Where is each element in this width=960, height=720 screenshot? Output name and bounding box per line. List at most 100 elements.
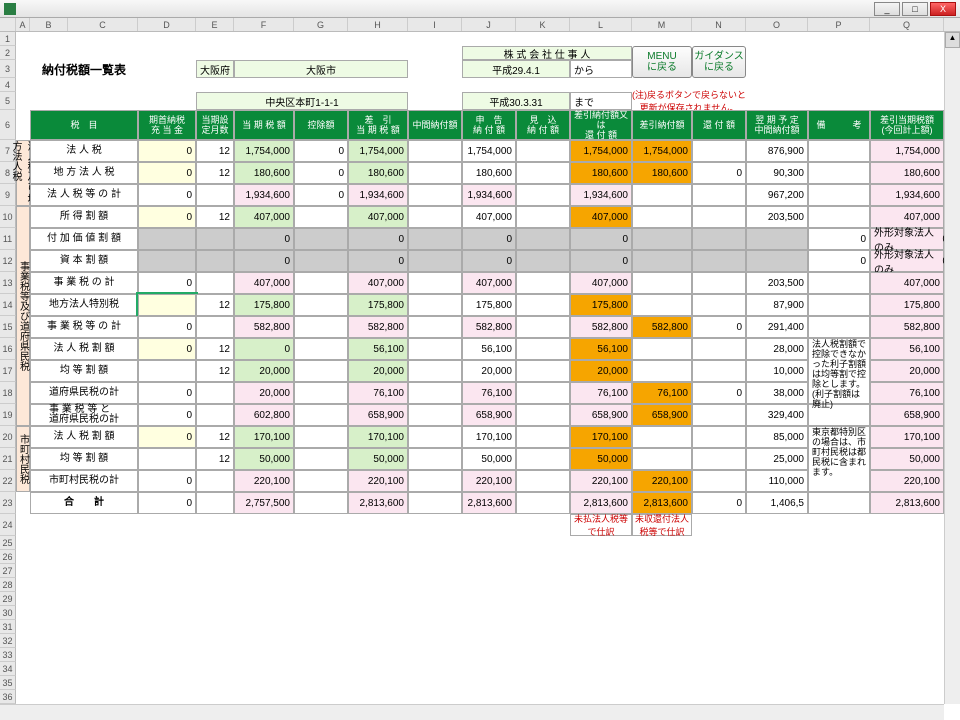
row-header[interactable]: 1 <box>0 32 16 46</box>
row-header[interactable]: 36 <box>0 690 16 704</box>
data-cell[interactable] <box>516 404 570 426</box>
data-cell[interactable]: 582,800 <box>870 316 944 338</box>
data-cell[interactable] <box>408 206 462 228</box>
row-header[interactable]: 34 <box>0 662 16 676</box>
data-cell[interactable] <box>632 250 692 272</box>
row-header[interactable]: 19 <box>0 404 16 426</box>
data-cell[interactable]: 1,754,000 <box>632 140 692 162</box>
data-cell[interactable]: 1,934,600 <box>348 184 408 206</box>
data-cell[interactable]: 0 <box>138 272 196 294</box>
data-cell[interactable]: 582,800 <box>348 316 408 338</box>
row-header[interactable]: 22 <box>0 470 16 492</box>
data-cell[interactable]: 50,000 <box>348 448 408 470</box>
data-cell[interactable] <box>408 338 462 360</box>
data-cell[interactable] <box>516 250 570 272</box>
data-cell[interactable]: 2,813,600 <box>632 492 692 514</box>
data-cell[interactable] <box>692 404 746 426</box>
data-cell[interactable]: 56,100 <box>870 338 944 360</box>
data-cell[interactable]: 110,000 <box>746 470 808 492</box>
data-cell[interactable] <box>196 382 234 404</box>
data-cell[interactable] <box>138 360 196 382</box>
minimize-button[interactable]: _ <box>874 2 900 16</box>
data-cell[interactable]: 175,800 <box>462 294 516 316</box>
data-cell[interactable] <box>408 140 462 162</box>
data-cell[interactable]: 20,000 <box>870 360 944 382</box>
data-cell[interactable] <box>632 338 692 360</box>
data-cell[interactable] <box>516 140 570 162</box>
data-cell[interactable]: 0 <box>808 228 870 250</box>
data-cell[interactable]: 582,800 <box>632 316 692 338</box>
data-cell[interactable]: 0 <box>138 162 196 184</box>
data-cell[interactable]: 2,813,600 <box>870 492 944 514</box>
data-cell[interactable]: 170,100 <box>570 426 632 448</box>
data-cell[interactable]: 658,900 <box>462 404 516 426</box>
data-cell[interactable] <box>294 338 348 360</box>
data-cell[interactable] <box>408 184 462 206</box>
data-cell[interactable] <box>632 294 692 316</box>
data-cell[interactable]: 38,000 <box>746 382 808 404</box>
row-header[interactable]: 5 <box>0 92 16 110</box>
row-header[interactable]: 30 <box>0 606 16 620</box>
data-cell[interactable]: 28,000 <box>746 338 808 360</box>
data-cell[interactable] <box>516 206 570 228</box>
data-cell[interactable]: 170,100 <box>348 426 408 448</box>
row-header[interactable]: 15 <box>0 316 16 338</box>
data-cell[interactable]: 20,000 <box>234 360 294 382</box>
data-cell[interactable] <box>632 272 692 294</box>
menu-button[interactable]: MENU に戻る <box>632 46 692 78</box>
data-cell[interactable] <box>294 492 348 514</box>
data-cell[interactable]: 外形対象法人のみ <box>870 250 944 272</box>
data-cell[interactable]: 56,100 <box>462 338 516 360</box>
data-cell[interactable]: 2,813,600 <box>462 492 516 514</box>
data-cell[interactable]: 0 <box>808 250 870 272</box>
data-cell[interactable] <box>138 250 196 272</box>
data-cell[interactable] <box>516 470 570 492</box>
row-header[interactable]: 20 <box>0 426 16 448</box>
data-cell[interactable]: 407,000 <box>234 206 294 228</box>
data-cell[interactable]: 0 <box>138 184 196 206</box>
data-cell[interactable]: 0 <box>294 140 348 162</box>
data-cell[interactable] <box>808 272 870 294</box>
data-cell[interactable]: 0 <box>138 140 196 162</box>
data-cell[interactable]: 0 <box>570 250 632 272</box>
data-cell[interactable]: 56,100 <box>570 338 632 360</box>
data-cell[interactable] <box>294 206 348 228</box>
data-cell[interactable]: 0 <box>570 228 632 250</box>
data-cell[interactable]: 2,813,600 <box>570 492 632 514</box>
data-cell[interactable]: 180,600 <box>234 162 294 184</box>
data-cell[interactable]: 12 <box>196 140 234 162</box>
row-header[interactable]: 12 <box>0 250 16 272</box>
data-cell[interactable]: 0 <box>294 162 348 184</box>
data-cell[interactable] <box>746 250 808 272</box>
data-cell[interactable]: 407,000 <box>348 206 408 228</box>
row-header[interactable]: 11 <box>0 228 16 250</box>
row-header[interactable]: 14 <box>0 294 16 316</box>
data-cell[interactable] <box>294 360 348 382</box>
data-cell[interactable]: 220,100 <box>632 470 692 492</box>
data-cell[interactable] <box>196 250 234 272</box>
data-cell[interactable]: 175,800 <box>870 294 944 316</box>
data-cell[interactable]: 180,600 <box>348 162 408 184</box>
data-cell[interactable]: 602,800 <box>234 404 294 426</box>
col-header[interactable]: B <box>30 18 68 31</box>
data-cell[interactable]: 1,754,000 <box>348 140 408 162</box>
data-cell[interactable]: 407,000 <box>462 272 516 294</box>
row-header[interactable]: 4 <box>0 78 16 92</box>
data-cell[interactable]: 0 <box>692 492 746 514</box>
data-cell[interactable] <box>808 492 870 514</box>
data-cell[interactable] <box>408 162 462 184</box>
data-cell[interactable] <box>294 250 348 272</box>
data-cell[interactable] <box>632 360 692 382</box>
data-cell[interactable]: 407,000 <box>234 272 294 294</box>
data-cell[interactable] <box>196 492 234 514</box>
data-cell[interactable]: 407,000 <box>870 272 944 294</box>
data-cell[interactable] <box>632 206 692 228</box>
data-cell[interactable]: 175,800 <box>234 294 294 316</box>
data-cell[interactable] <box>294 294 348 316</box>
data-cell[interactable]: 56,100 <box>348 338 408 360</box>
data-cell[interactable] <box>632 426 692 448</box>
data-cell[interactable]: 20,000 <box>462 360 516 382</box>
data-cell[interactable]: 12 <box>196 448 234 470</box>
data-cell[interactable] <box>408 448 462 470</box>
scroll-up-icon[interactable]: ▲ <box>945 32 960 48</box>
